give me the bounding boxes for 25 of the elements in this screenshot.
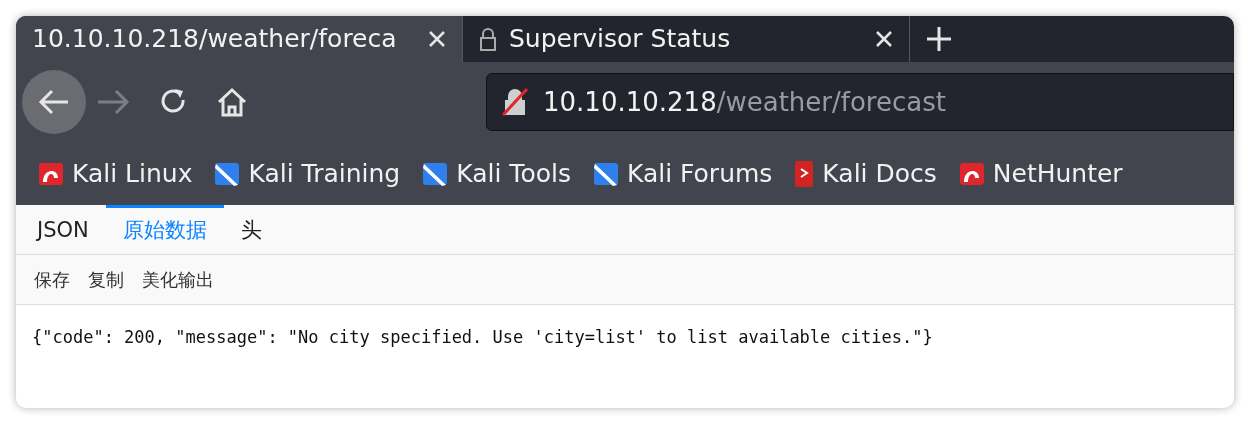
insecure-lock-icon (501, 87, 529, 117)
bookmark[interactable]: Kali Docs (792, 154, 937, 193)
tab-title: 10.10.10.218/weather/foreca (32, 23, 398, 56)
address-bar[interactable]: 10.10.10.218/weather/forecast (486, 73, 1234, 131)
bookmark[interactable]: Kali Forums (590, 154, 773, 193)
toolbar-action[interactable]: 保存 (34, 266, 70, 293)
browser-tab[interactable]: 10.10.10.218/weather/foreca (16, 16, 463, 62)
viewer-tab[interactable]: 头 (223, 205, 279, 254)
raw-json-text: {"code": 200, "message": "No city specified. Use 'city=list' to list available cities."} (32, 326, 934, 349)
toolbar-action[interactable]: 美化输出 (142, 266, 214, 293)
bookmark[interactable]: Kali Linux (36, 154, 193, 193)
url-host: 10.10.10.218 (543, 86, 717, 117)
tab-title: Supervisor Status (509, 23, 732, 56)
back-arrow-icon (38, 88, 70, 116)
plus-icon[interactable] (926, 26, 952, 52)
close-icon[interactable] (875, 30, 893, 48)
bookmark[interactable]: Kali Training (212, 154, 401, 193)
viewer-tab[interactable]: JSON (20, 205, 106, 254)
toolbar-action[interactable]: 复制 (88, 266, 124, 293)
lock-icon (479, 26, 497, 52)
url-path: /weather/forecast (716, 86, 946, 117)
home-icon[interactable] (216, 86, 248, 118)
bookmark[interactable]: Kali Tools (420, 154, 571, 193)
bookmark[interactable]: NetHunter (956, 154, 1123, 193)
close-icon[interactable] (428, 30, 446, 48)
